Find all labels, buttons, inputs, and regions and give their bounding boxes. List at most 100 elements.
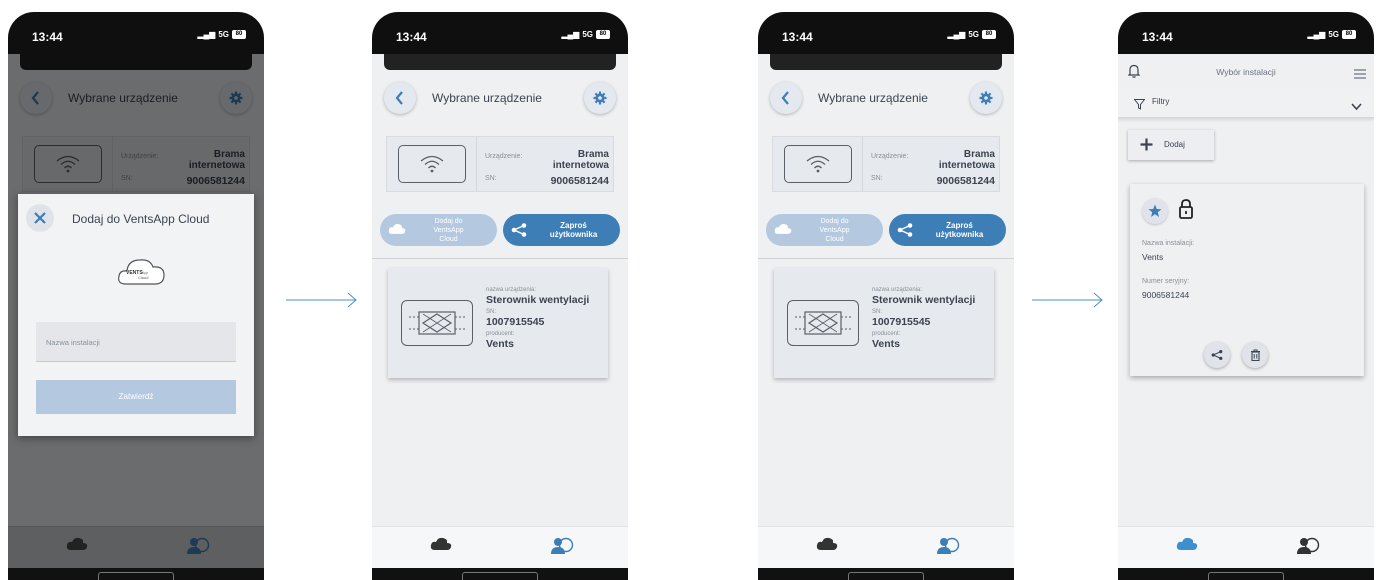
filter-bar[interactable]: Filtry (1118, 88, 1374, 118)
trash-icon (1250, 349, 1260, 361)
add-installation-button[interactable]: Dodaj (1128, 130, 1214, 160)
invite-button-label: Zaproś użytkownika (935, 221, 984, 239)
signal-icon: ▂▄▆ 5G 80 (1307, 30, 1356, 39)
app-header: Wybrane urządzenie (758, 70, 1014, 130)
controller-info: nazwa urządzenia: Sterownik wentylacji S… (872, 286, 975, 352)
cloud-nav-icon[interactable] (66, 537, 88, 556)
installation-card[interactable]: Nazwa instalacji: Vents Numer seryjny: 9… (1130, 184, 1364, 376)
add-to-cloud-button[interactable]: Dodaj do VentsApp Cloud (766, 214, 883, 246)
vents-cloud-logo: VENTS App Cloud (116, 254, 168, 293)
controller-sn-label: SN: (872, 309, 883, 315)
section-divider (758, 258, 1014, 259)
settings-button[interactable] (970, 82, 1002, 114)
dialog-title: Dodaj do VentsApp Cloud (72, 212, 210, 226)
app-header: Wybór instalacji (1118, 54, 1374, 88)
confirm-button[interactable]: Zatwierdź (36, 380, 236, 414)
ventilation-unit-icon (787, 300, 859, 346)
phone-screen: 13:44 ▂▄▆ 5G 80 Wybrane urządzenie Urząd… (758, 12, 1014, 580)
status-bar: 13:44 ▂▄▆ 5G 80 (8, 12, 264, 54)
phone-screen: 13:44 ▂▄▆ 5G 80 Wybrane urządzenie Urząd… (372, 12, 628, 580)
device-label: Urządzenie: (485, 153, 523, 160)
menu-icon[interactable] (1354, 66, 1366, 84)
filter-icon (1133, 97, 1146, 115)
back-button[interactable] (770, 82, 802, 114)
invite-user-button[interactable]: Zaproś użytkownika (503, 214, 620, 246)
controller-sn: 1007915545 (872, 316, 931, 328)
gateway-card: Urządzenie: Brama internetowa SN: 900658… (772, 136, 1000, 192)
network-label: 5G (218, 30, 229, 39)
chevron-left-icon (781, 91, 789, 105)
cloud-nav-icon[interactable] (430, 537, 452, 556)
status-bar: 13:44 ▂▄▆ 5G 80 (372, 12, 628, 54)
users-nav-icon[interactable] (550, 536, 574, 561)
back-button[interactable] (384, 82, 416, 114)
close-icon (34, 212, 46, 224)
home-indicator (1118, 568, 1374, 580)
battery-icon: 80 (982, 30, 996, 39)
signal-icon: ▂▄▆ 5G 80 (947, 30, 996, 39)
network-label: 5G (1328, 30, 1339, 39)
users-nav-icon[interactable] (1296, 536, 1320, 561)
plus-icon (1140, 138, 1153, 156)
signal-icon: ▂▄▆ 5G 80 (197, 30, 246, 39)
controller-name: Sterownik wentylacji (872, 294, 976, 306)
home-indicator (372, 568, 628, 580)
cloud-nav-icon[interactable] (816, 537, 838, 556)
serial-value: 9006581244 (1142, 290, 1190, 300)
invite-user-button[interactable]: Zaproś użytkownika (889, 214, 1006, 246)
arrow-right-icon (1032, 292, 1103, 308)
add-to-cloud-dialog: Dodaj do VentsApp Cloud VENTS App Cloud Na… (18, 194, 254, 436)
phone-screen: 13:44 ▂▄▆ 5G 80 Wybrane urządzenie Urząd… (8, 12, 264, 580)
controller-maker-label: producent: (486, 331, 515, 337)
controller-sn: 1007915545 (486, 316, 545, 328)
page-title: Wybór instalacji (1216, 67, 1276, 77)
status-time: 13:44 (32, 30, 63, 44)
notch-bar (384, 54, 616, 70)
sn-value: 9006581244 (936, 175, 995, 187)
controller-card[interactable]: nazwa urządzenia: Sterownik wentylacji S… (388, 268, 608, 378)
sn-label: SN: (871, 175, 883, 182)
delete-button[interactable] (1242, 342, 1268, 368)
device-value: Brama internetowa (552, 149, 609, 171)
installation-name: Vents (1142, 252, 1164, 262)
flow-stage: 13:44 ▂▄▆ 5G 80 Wybrane urządzenie Urząd… (0, 0, 1380, 580)
bottom-nav (8, 526, 264, 568)
gateway-icon-box (773, 137, 863, 191)
cloud-icon (774, 223, 792, 238)
app-header: Wybrane urządzenie (372, 70, 628, 130)
serial-label: Numer seryjny: (1142, 278, 1190, 285)
installation-name-input[interactable]: Nazwa instalacji (36, 322, 236, 362)
arrow-right-icon (286, 292, 357, 308)
settings-button[interactable] (584, 82, 616, 114)
svg-text:Cloud: Cloud (138, 275, 148, 280)
phone-1: 13:44 ▂▄▆ 5G 80 Wybrane urządzenie Urząd… (8, 12, 264, 580)
status-bar: 13:44 ▂▄▆ 5G 80 (1118, 12, 1374, 54)
share-icon (1211, 349, 1223, 361)
users-nav-icon[interactable] (936, 536, 960, 561)
controller-name-label: nazwa urządzenia: (872, 287, 923, 293)
users-nav-icon[interactable] (186, 536, 210, 561)
action-buttons: Dodaj do VentsApp Cloud Zaproś użytkowni… (380, 214, 620, 246)
favorite-button[interactable] (1142, 198, 1168, 224)
phone-screen: 13:44 ▂▄▆ 5G 80 Wybór instalacji Filtry … (1118, 12, 1374, 580)
cloud-button-label: Dodaj do VentsApp Cloud (433, 217, 464, 243)
share-icon (511, 223, 527, 239)
sn-label: SN: (485, 175, 497, 182)
section-divider (372, 258, 628, 259)
controller-maker: Vents (486, 338, 515, 350)
controller-maker-label: producent: (872, 331, 901, 337)
close-button[interactable] (26, 204, 54, 232)
battery-icon: 80 (1342, 30, 1356, 39)
add-to-cloud-button[interactable]: Dodaj do VentsApp Cloud (380, 214, 497, 246)
cloud-nav-icon[interactable] (1176, 537, 1198, 556)
gateway-icon-box (387, 137, 477, 191)
controller-card[interactable]: nazwa urządzenia: Sterownik wentylacji S… (774, 268, 994, 378)
lock-icon (1178, 198, 1194, 225)
sn-value: 9006581244 (550, 175, 609, 187)
share-button[interactable] (1204, 342, 1230, 368)
gear-icon (593, 91, 607, 105)
chevron-left-icon (395, 91, 403, 105)
controller-maker: Vents (872, 338, 901, 350)
gateway-info: Urządzenie: Brama internetowa SN: 900658… (477, 137, 613, 191)
controller-sn-label: SN: (486, 309, 497, 315)
